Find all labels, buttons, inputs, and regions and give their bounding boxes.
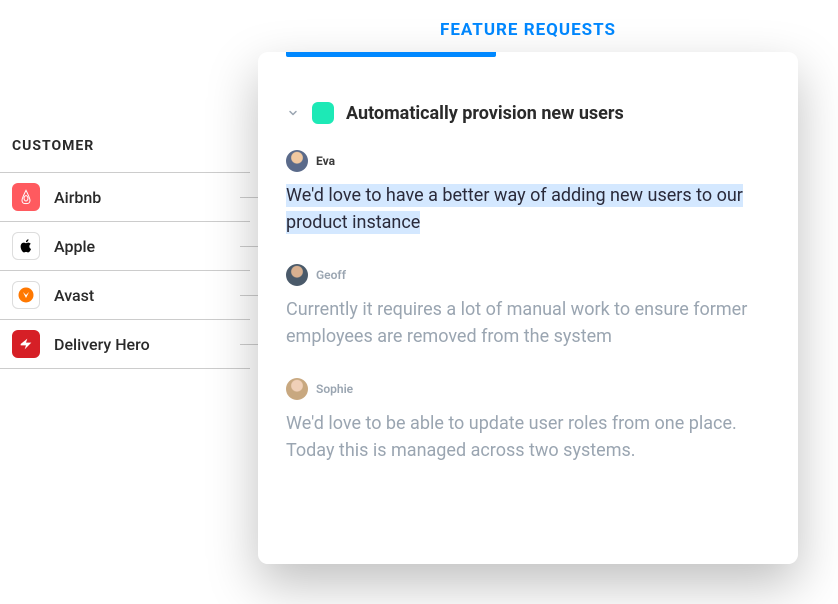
customer-item-delivery-hero[interactable]: Delivery Hero [0, 319, 250, 369]
customer-sidebar: CUSTOMER Airbnb Apple [0, 138, 250, 369]
status-indicator [312, 102, 334, 124]
comment-header: Eva [286, 150, 770, 172]
customer-label: Delivery Hero [54, 335, 150, 354]
delivery-hero-icon [12, 330, 40, 358]
avatar [286, 264, 308, 286]
airbnb-icon [12, 183, 40, 211]
customer-item-apple[interactable]: Apple [0, 221, 250, 270]
comment-header: Sophie [286, 378, 770, 400]
customer-label: Airbnb [54, 188, 101, 207]
main-panel: FEATURE REQUESTS Automatically provision… [258, 20, 798, 564]
avast-icon [12, 281, 40, 309]
comment-item: Sophie We'd love to be able to update us… [286, 378, 770, 492]
sidebar-header: CUSTOMER [0, 138, 250, 172]
avatar [286, 378, 308, 400]
feature-request-card: Automatically provision new users Eva We… [258, 52, 798, 564]
comment-body-wrapper: We'd love to have a better way of adding… [286, 182, 770, 236]
customer-label: Avast [54, 286, 94, 305]
comment-item: Geoff Currently it requires a lot of man… [286, 264, 770, 378]
active-tab-indicator [286, 52, 496, 57]
avatar [286, 150, 308, 172]
comment-author: Geoff [316, 268, 346, 282]
card-title: Automatically provision new users [346, 103, 624, 124]
card-header[interactable]: Automatically provision new users [286, 84, 770, 150]
customer-item-airbnb[interactable]: Airbnb [0, 172, 250, 221]
comment-body: We'd love to be able to update user role… [286, 410, 770, 464]
panel-heading: FEATURE REQUESTS [258, 20, 798, 52]
comment-body[interactable]: We'd love to have a better way of adding… [286, 184, 743, 234]
apple-icon [12, 232, 40, 260]
comment-item: Eva We'd love to have a better way of ad… [286, 150, 770, 264]
customer-item-avast[interactable]: Avast [0, 270, 250, 319]
comment-author: Sophie [316, 382, 353, 396]
chevron-down-icon[interactable] [286, 106, 300, 120]
comment-body: Currently it requires a lot of manual wo… [286, 296, 770, 350]
comment-header: Geoff [286, 264, 770, 286]
fade-overlay [258, 524, 798, 564]
comment-author: Eva [316, 154, 335, 168]
customer-label: Apple [54, 237, 95, 256]
